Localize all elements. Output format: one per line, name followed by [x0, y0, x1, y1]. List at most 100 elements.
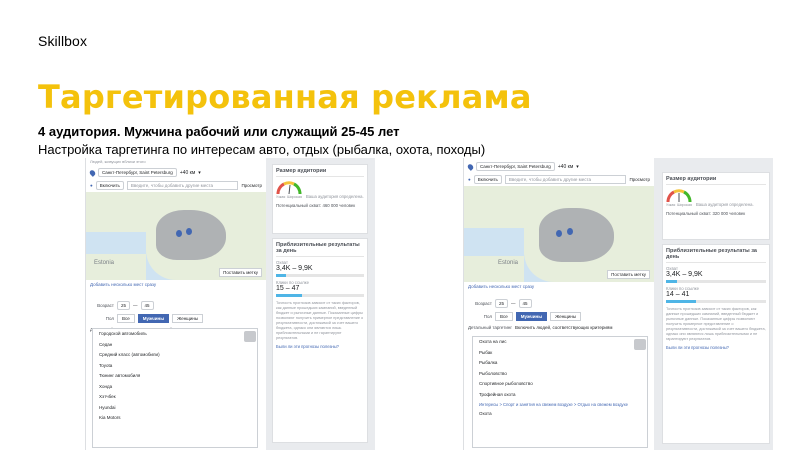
list-item[interactable]: Охота на лис: [473, 337, 647, 348]
list-item[interactable]: Рыбак: [473, 348, 647, 359]
radius-select[interactable]: +40 км: [558, 164, 574, 170]
list-item[interactable]: Toyota: [93, 361, 257, 372]
list-item[interactable]: Хэтчбек: [93, 392, 257, 403]
feedback-link[interactable]: Были ли эти прогнозы полезны?: [666, 345, 766, 350]
include-select[interactable]: Включить: [473, 175, 502, 184]
slide-title: Таргетированная реклама: [38, 78, 532, 116]
gender-label: Пол: [483, 314, 492, 319]
scrollbar[interactable]: [244, 331, 256, 342]
map-marker-icon: [556, 230, 562, 237]
target-region: [156, 210, 226, 260]
map-marker-icon: [186, 228, 192, 235]
clicks-value: 15 – 47: [276, 285, 300, 292]
drop-pin-button[interactable]: Поставить метку: [607, 270, 650, 279]
gender-row: Пол Все Мужчины Женщины: [86, 312, 266, 325]
interest-list: Охота на лис Рыбак Рыбалка Рыболовство С…: [472, 336, 648, 448]
location-tag[interactable]: Санкт-Петербург, Saint Petersburg: [476, 162, 555, 171]
list-item[interactable]: Рыбалка: [473, 358, 647, 369]
location-search-row: ● Включить Введите, чтобы добавить други…: [464, 173, 654, 186]
age-from-select[interactable]: 25: [117, 301, 131, 310]
gender-all-button[interactable]: Все: [117, 314, 135, 323]
map-country-label: Estonia: [498, 260, 519, 266]
gender-row: Пол Все Мужчины Женщины: [464, 310, 654, 323]
gender-men-button[interactable]: Мужчины: [137, 314, 170, 323]
estimated-results-panel: Приблизительные результаты за день Охват…: [662, 244, 770, 444]
list-item[interactable]: Городской автомобиль: [93, 329, 257, 340]
targeting-form: Санкт-Петербург, Saint Petersburg +40 км…: [464, 158, 654, 450]
map-marker-icon: [567, 228, 573, 235]
list-item[interactable]: Средний класс (автомобили): [93, 350, 257, 361]
interest-list: Городской автомобиль Седан Средний класс…: [92, 328, 258, 448]
feedback-link[interactable]: Были ли эти прогнозы полезны?: [276, 344, 364, 349]
map[interactable]: Estonia Поставить метку: [86, 192, 266, 280]
location-search-input[interactable]: Введите, чтобы добавить другие места: [126, 181, 239, 190]
list-item[interactable]: Hyundai: [93, 403, 257, 414]
detailed-targeting-label: Детальный таргетинг: [468, 325, 512, 330]
targeting-description: Настройка таргетинга по интересам авто, …: [38, 142, 486, 157]
list-item[interactable]: Охота: [473, 409, 647, 420]
potential-reach: Потенциальный охват: 320 000 человек: [666, 211, 746, 216]
audience-status: Ваша аудитория определена.: [696, 202, 754, 207]
gender-women-button[interactable]: Женщины: [172, 314, 204, 323]
clicks-bar: [276, 294, 364, 297]
reach-value: 3,4K – 9,9K: [276, 265, 313, 272]
accuracy-note: Точность прогнозов зависит от таких факт…: [666, 307, 766, 341]
drop-pin-button[interactable]: Поставить метку: [219, 268, 262, 277]
location-tag[interactable]: Санкт-Петербург, Saint Petersburg: [98, 168, 177, 177]
list-item[interactable]: Тюнинг автомобиля: [93, 371, 257, 382]
reach-bar: [276, 274, 364, 277]
gauge-broad-label: Широкая: [677, 203, 692, 207]
add-locations-link[interactable]: Добавить несколько мест сразу: [464, 282, 654, 291]
audience-size-panel: Размер аудитории Узкая Широкая Ваша аудит…: [662, 172, 770, 240]
gauge-icon: [666, 188, 692, 203]
gender-men-button[interactable]: Мужчины: [515, 312, 548, 321]
screenshot-right: Санкт-Петербург, Saint Petersburg +40 км…: [463, 158, 773, 450]
map-country-label: Estonia: [94, 260, 115, 266]
pin-icon: ●: [468, 177, 471, 182]
detailed-targeting-row: Детальный таргетинг Включить людей, соот…: [464, 323, 654, 332]
gauge-narrow-label: Узкая: [276, 195, 286, 199]
age-to-select[interactable]: 45: [518, 299, 532, 308]
add-locations-link[interactable]: Добавить несколько мест сразу: [86, 280, 266, 289]
gauge-narrow-label: Узкая: [666, 203, 676, 207]
age-from-select[interactable]: 25: [495, 299, 509, 308]
accuracy-note: Точность прогнозов зависит от таких факт…: [276, 301, 364, 340]
gender-all-button[interactable]: Все: [495, 312, 513, 321]
map[interactable]: Estonia Поставить метку: [464, 186, 654, 282]
list-item[interactable]: Рыболовство: [473, 369, 647, 380]
location-row: Санкт-Петербург, Saint Petersburg +40 км…: [464, 160, 654, 173]
audience-heading: 4 аудитория. Мужчина рабочий или служащи…: [38, 124, 400, 139]
reach-bar: [666, 280, 766, 283]
gender-label: Пол: [105, 316, 114, 321]
targeting-form: Людей, живущих вблизи этого Санкт-Петерб…: [86, 158, 266, 450]
list-item[interactable]: Спортивное рыболовство: [473, 379, 647, 390]
gauge-icon: [276, 180, 302, 195]
reach-value: 3,4K – 9,9K: [666, 271, 703, 278]
scrollbar[interactable]: [634, 339, 646, 350]
location-search-row: ● Включить Введите, чтобы добавить други…: [86, 179, 266, 192]
list-item[interactable]: Kia Motors: [93, 413, 257, 424]
estimated-results-panel: Приблизительные результаты за день Охват…: [272, 238, 368, 443]
include-select[interactable]: Включить: [95, 181, 124, 190]
clicks-bar-fill: [666, 300, 696, 303]
chevron-down-icon: ▾: [198, 169, 201, 176]
clicks-bar: [666, 300, 766, 303]
list-item[interactable]: Трофейная охота: [473, 390, 647, 401]
audience-size-title: Размер аудитории: [666, 176, 766, 185]
age-to-select[interactable]: 45: [140, 301, 154, 310]
radius-select[interactable]: +40 км: [180, 170, 196, 176]
location-caption: Людей, живущих вблизи этого: [90, 159, 146, 164]
gauge-broad-label: Широкая: [287, 195, 302, 199]
chevron-down-icon: ▾: [576, 163, 579, 170]
list-item[interactable]: Седан: [93, 340, 257, 351]
clicks-value: 14 – 41: [666, 291, 690, 298]
interest-breadcrumb: Интересы > Спорт и занятия на свежем воз…: [479, 402, 628, 407]
browse-button[interactable]: Просмотр: [629, 177, 650, 182]
gender-women-button[interactable]: Женщины: [550, 312, 582, 321]
pin-icon: ●: [90, 183, 93, 188]
location-row: Санкт-Петербург, Saint Petersburg +40 км…: [86, 166, 266, 179]
results-title: Приблизительные результаты за день: [666, 248, 766, 263]
list-item[interactable]: Хонда: [93, 382, 257, 393]
location-search-input[interactable]: Введите, чтобы добавить другие места: [504, 175, 627, 184]
browse-button[interactable]: Просмотр: [241, 183, 262, 188]
